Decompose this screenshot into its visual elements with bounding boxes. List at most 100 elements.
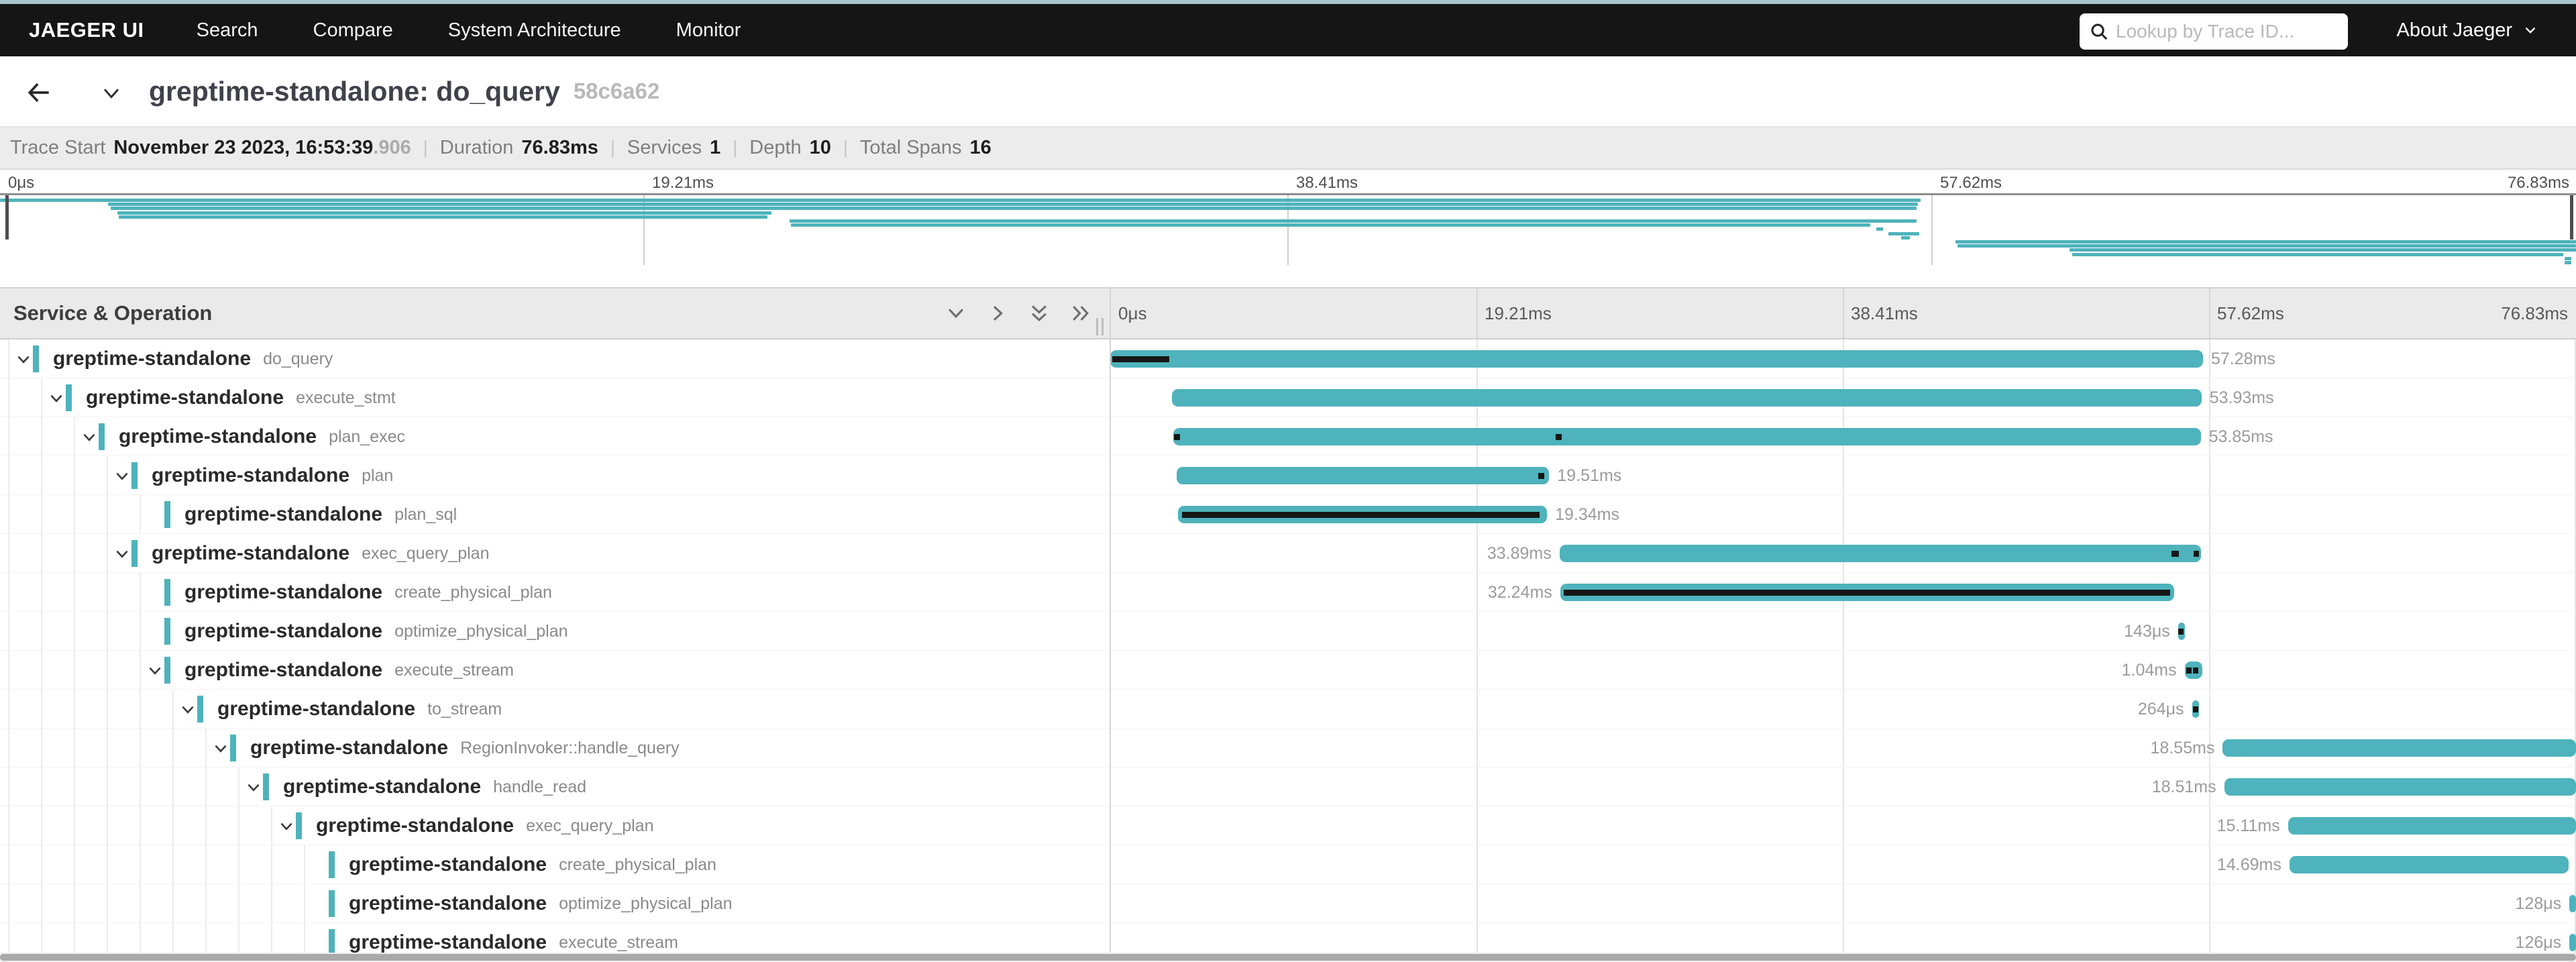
indent-guide <box>74 767 75 806</box>
span-log-marker[interactable] <box>1112 356 1169 362</box>
span-service-name[interactable]: greptime-standalonedo_query <box>53 339 333 378</box>
span-row[interactable]: greptime-standalonehandle_read18.51ms <box>0 767 2576 806</box>
span-log-marker[interactable] <box>1538 473 1544 479</box>
span-row[interactable]: greptime-standalonecreate_physical_plan3… <box>0 573 2576 612</box>
span-log-marker[interactable] <box>2193 706 2198 712</box>
column-divider[interactable] <box>1110 287 1111 955</box>
span-service-name[interactable]: greptime-standaloneexecute_stmt <box>86 378 396 417</box>
service-name-label: greptime-standalone <box>152 464 350 487</box>
indent-guide <box>74 806 75 845</box>
span-service-name[interactable]: greptime-standaloneoptimize_physical_pla… <box>184 612 568 651</box>
span-expand-toggle[interactable] <box>113 545 131 563</box>
span-duration-bar[interactable] <box>2290 856 2569 873</box>
divider: | <box>610 138 615 158</box>
span-log-marker[interactable] <box>2193 667 2198 674</box>
span-expand-toggle[interactable] <box>212 740 229 757</box>
span-expand-toggle[interactable] <box>113 468 131 485</box>
span-log-marker[interactable] <box>1556 434 1562 440</box>
span-service-name[interactable]: greptime-standaloneoptimize_physical_pla… <box>349 884 733 923</box>
indent-guide <box>304 884 305 923</box>
span-log-marker[interactable] <box>1174 434 1180 440</box>
span-duration-bar[interactable] <box>1172 389 2202 407</box>
operation-name-label: exec_query_plan <box>526 816 653 836</box>
span-expand-toggle[interactable] <box>179 701 197 718</box>
span-row[interactable]: greptime-standalonedo_query57.28ms <box>0 339 2576 378</box>
span-log-marker[interactable] <box>2178 629 2184 635</box>
span-row[interactable]: greptime-standaloneplan_sql19.34ms <box>0 495 2576 534</box>
span-row[interactable]: greptime-standaloneexec_query_plan33.89m… <box>0 534 2576 573</box>
span-service-name[interactable]: greptime-standaloneexecute_stream <box>184 651 514 690</box>
span-log-marker[interactable] <box>2194 551 2199 557</box>
span-service-name[interactable]: greptime-standaloneRegionInvoker::handle… <box>250 729 680 767</box>
nav-item-search[interactable]: Search <box>197 19 258 42</box>
back-button[interactable] <box>23 76 55 109</box>
indent-guide <box>107 651 108 690</box>
span-duration-bar[interactable] <box>2288 817 2576 835</box>
collapse-all-button[interactable] <box>986 302 1009 325</box>
span-expand-toggle[interactable] <box>245 779 262 796</box>
span-log-marker[interactable] <box>2171 551 2179 557</box>
about-jaeger-menu[interactable]: About Jaeger <box>2396 4 2539 56</box>
span-log-marker[interactable] <box>2186 667 2192 674</box>
minimap-right-scrubber[interactable] <box>2570 195 2573 239</box>
span-row[interactable]: greptime-standaloneexecute_stream1.04ms <box>0 651 2576 690</box>
span-duration-bar[interactable] <box>2569 895 2576 912</box>
span-duration-bar[interactable] <box>1560 545 2201 562</box>
nav-item-compare[interactable]: Compare <box>313 19 393 42</box>
span-expand-toggle[interactable] <box>146 662 164 680</box>
indent-guide <box>140 767 141 806</box>
duration-label: Duration <box>440 137 514 159</box>
span-service-name[interactable]: greptime-standalonehandle_read <box>283 767 586 806</box>
span-row[interactable]: greptime-standaloneexec_query_plan15.11m… <box>0 806 2576 845</box>
span-service-name[interactable]: greptime-standaloneto_stream <box>217 690 502 729</box>
search-icon <box>2089 21 2109 42</box>
span-duration-bar[interactable] <box>2569 934 2576 951</box>
span-duration-bar[interactable] <box>2222 739 2576 757</box>
span-duration-bar[interactable] <box>2224 778 2576 796</box>
span-service-name[interactable]: greptime-standaloneplan_sql <box>184 495 457 534</box>
span-row[interactable]: greptime-standalonecreate_physical_plan1… <box>0 845 2576 884</box>
trace-minimap[interactable]: 0μs 19.21ms 38.41ms 57.62ms 76.83ms <box>0 170 2576 265</box>
span-row[interactable]: greptime-standaloneplan19.51ms <box>0 456 2576 495</box>
span-duration-bar[interactable] <box>1110 350 2203 368</box>
span-service-name[interactable]: greptime-standaloneplan <box>152 456 393 495</box>
service-color-bar <box>197 696 203 723</box>
span-service-name[interactable]: greptime-standaloneexec_query_plan <box>316 806 653 845</box>
span-row[interactable]: greptime-standaloneto_stream264μs <box>0 690 2576 729</box>
nav-item-monitor[interactable]: Monitor <box>676 19 741 42</box>
span-expand-toggle[interactable] <box>48 390 65 407</box>
span-expand-toggle[interactable] <box>278 818 295 835</box>
trace-id-lookup-input[interactable] <box>2116 21 2339 42</box>
span-expand-toggle[interactable] <box>15 351 32 368</box>
span-row[interactable]: greptime-standaloneoptimize_physical_pla… <box>0 884 2576 923</box>
span-log-marker[interactable] <box>1564 590 2169 596</box>
minimap-canvas[interactable] <box>0 193 2576 265</box>
span-service-name[interactable]: greptime-standaloneexec_query_plan <box>152 534 489 573</box>
span-service-name[interactable]: greptime-standaloneplan_exec <box>119 417 405 456</box>
collapse-trace-header-button[interactable] <box>98 82 125 105</box>
column-resize-grip[interactable] <box>1096 318 1104 335</box>
span-service-name[interactable]: greptime-standalonecreate_physical_plan <box>184 573 552 612</box>
service-name-label: greptime-standalone <box>349 853 547 876</box>
indent-guide <box>140 573 141 612</box>
span-service-name[interactable]: greptime-standalonecreate_physical_plan <box>349 845 716 884</box>
indent-guide <box>205 806 207 845</box>
jaeger-logo[interactable]: JAEGER UI <box>29 18 144 42</box>
span-row[interactable]: greptime-standaloneplan_exec53.85ms <box>0 417 2576 456</box>
nav-item-system-architecture[interactable]: System Architecture <box>448 19 621 42</box>
service-name-label: greptime-standalone <box>53 348 251 370</box>
span-log-marker[interactable] <box>1182 512 1540 518</box>
span-row[interactable]: greptime-standaloneoptimize_physical_pla… <box>0 612 2576 651</box>
horizontal-scrollbar <box>0 953 2576 962</box>
minimap-left-scrubber[interactable] <box>5 195 9 239</box>
service-operation-header[interactable]: Service & Operation <box>13 288 212 338</box>
horizontal-scrollbar-thumb[interactable] <box>0 954 2576 961</box>
span-expand-toggle[interactable] <box>80 429 98 446</box>
span-duration-bar[interactable] <box>1177 467 1549 484</box>
span-row[interactable]: greptime-standaloneRegionInvoker::handle… <box>0 729 2576 767</box>
span-row[interactable]: greptime-standaloneexecute_stmt53.93ms <box>0 378 2576 417</box>
expand-all-button[interactable] <box>1069 302 1092 325</box>
span-duration-bar[interactable] <box>1173 428 2201 445</box>
collapse-one-button[interactable] <box>945 302 967 325</box>
expand-one-button[interactable] <box>1028 302 1051 325</box>
